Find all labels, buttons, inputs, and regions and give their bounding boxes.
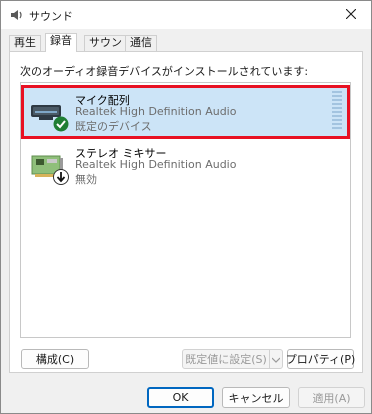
device-list[interactable]: マイク配列 Realtek High Definition Audio 既定のデ…: [20, 82, 351, 338]
tab-playback[interactable]: 再生: [9, 35, 41, 51]
title-bar: サウンド: [1, 1, 371, 29]
device-driver: Realtek High Definition Audio: [75, 105, 237, 118]
default-check-icon: [53, 116, 69, 132]
device-status: 既定のデバイス: [75, 120, 152, 133]
apply-button[interactable]: 適用(A): [298, 387, 365, 408]
recording-panel: 次のオーディオ録音デバイスがインストールされています: マイク配列 Realte…: [9, 51, 363, 373]
properties-button[interactable]: プロパティ(P): [286, 349, 355, 369]
device-driver: Realtek High Definition Audio: [75, 158, 237, 171]
sound-dialog: サウンド 再生 録音 サウンド 通信 次のオーディオ録音デバイスがインストールさ…: [0, 0, 372, 414]
close-button[interactable]: [331, 1, 371, 29]
tab-communications[interactable]: 通信: [125, 35, 157, 51]
speaker-icon: [9, 7, 25, 23]
device-item-mic-array[interactable]: マイク配列 Realtek High Definition Audio 既定のデ…: [21, 85, 350, 139]
device-status: 無効: [75, 173, 97, 186]
configure-button[interactable]: 構成(C): [21, 349, 89, 369]
cancel-button[interactable]: キャンセル: [222, 387, 290, 408]
chevron-down-icon: [271, 353, 281, 366]
ok-button[interactable]: OK: [147, 387, 214, 408]
set-default-dropdown-button[interactable]: [269, 349, 283, 369]
device-item-stereo-mixer[interactable]: ステレオ ミキサー Realtek High Definition Audio …: [23, 140, 348, 190]
disabled-arrow-icon: [53, 169, 69, 185]
close-icon: [345, 8, 357, 22]
level-meter: [332, 91, 342, 131]
window-title: サウンド: [29, 10, 73, 23]
instruction-text: 次のオーディオ録音デバイスがインストールされています:: [20, 65, 309, 78]
set-default-button[interactable]: 既定値に設定(S): [182, 349, 270, 369]
tab-recording[interactable]: 録音: [45, 33, 77, 52]
